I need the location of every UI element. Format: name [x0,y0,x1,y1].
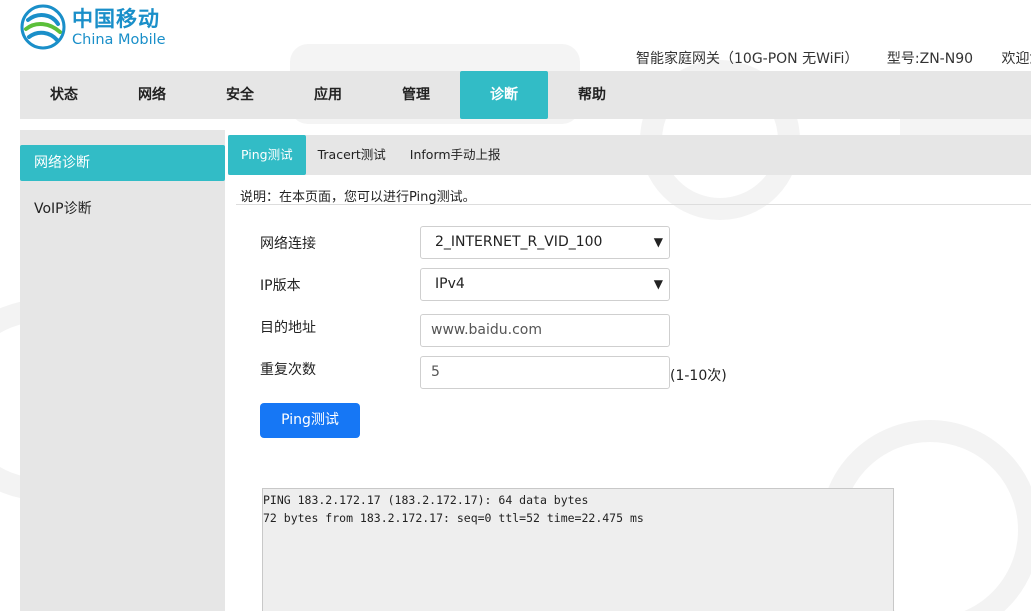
main-content: Ping测试 Tracert测试 Inform手动上报 说明：在本页面，您可以进… [228,130,1031,611]
nav-help[interactable]: 帮助 [548,71,636,119]
connection-select[interactable]: 2_INTERNET_R_VID_100 ▼ [420,226,670,259]
sidebar-item-network-diagnosis[interactable]: 网络诊断 [20,145,225,181]
tab-ping[interactable]: Ping测试 [228,135,306,175]
chevron-down-icon: ▼ [653,235,663,249]
nav-network[interactable]: 网络 [108,71,196,119]
repeat-label: 重复次数 [260,362,316,378]
top-nav: 状态 网络 安全 应用 管理 诊断 帮助 [20,71,1031,119]
page-description: 说明：在本页面，您可以进行Ping测试。 [240,190,476,205]
sub-tabs: Ping测试 Tracert测试 Inform手动上报 [228,135,1031,175]
nav-management[interactable]: 管理 [372,71,460,119]
chevron-down-icon: ▼ [653,277,663,291]
target-address-input[interactable]: www.baidu.com [420,314,670,347]
ping-output[interactable]: PING 183.2.172.17 (183.2.172.17): 64 dat… [262,488,894,611]
connection-label: 网络连接 [260,236,316,252]
device-name: 智能家庭网关（10G-PON 无WiFi） [636,51,859,67]
device-model: 型号:ZN-N90 [886,51,974,67]
output-line: 72 bytes from 183.2.172.17: seq=0 ttl=52… [263,511,644,525]
ip-version-select[interactable]: IPv4 ▼ [420,268,670,301]
repeat-hint: (1-10次) [670,368,727,384]
repeat-count-input[interactable]: 5 [420,356,670,389]
nav-status[interactable]: 状态 [20,71,108,119]
divider [236,204,1031,205]
nav-application[interactable]: 应用 [284,71,372,119]
connection-value: 2_INTERNET_R_VID_100 [435,234,603,250]
ip-version-label: IP版本 [260,278,301,294]
tab-tracert[interactable]: Tracert测试 [306,135,398,175]
sidebar-item-voip-diagnosis[interactable]: VoIP诊断 [20,191,225,227]
welcome-text: 欢迎您, [1001,51,1031,67]
target-label: 目的地址 [260,320,316,336]
brand-name-en: China Mobile [72,32,166,48]
sidebar: 网络诊断 VoIP诊断 [20,130,225,611]
nav-diagnosis[interactable]: 诊断 [460,71,548,119]
brand-name-cn: 中国移动 [72,7,160,31]
china-mobile-logo: 中国移动 China Mobile [20,4,166,50]
header: 中国移动 China Mobile 智能家庭网关（10G-PON 无WiFi） … [0,0,1031,70]
china-mobile-logo-icon [20,4,66,50]
ip-version-value: IPv4 [435,276,465,292]
tab-inform-report[interactable]: Inform手动上报 [398,135,513,175]
nav-security[interactable]: 安全 [196,71,284,119]
device-info: 智能家庭网关（10G-PON 无WiFi） 型号:ZN-N90 欢迎您, [636,48,1031,68]
ping-test-button[interactable]: Ping测试 [260,403,360,438]
output-line: PING 183.2.172.17 (183.2.172.17): 64 dat… [263,493,589,507]
